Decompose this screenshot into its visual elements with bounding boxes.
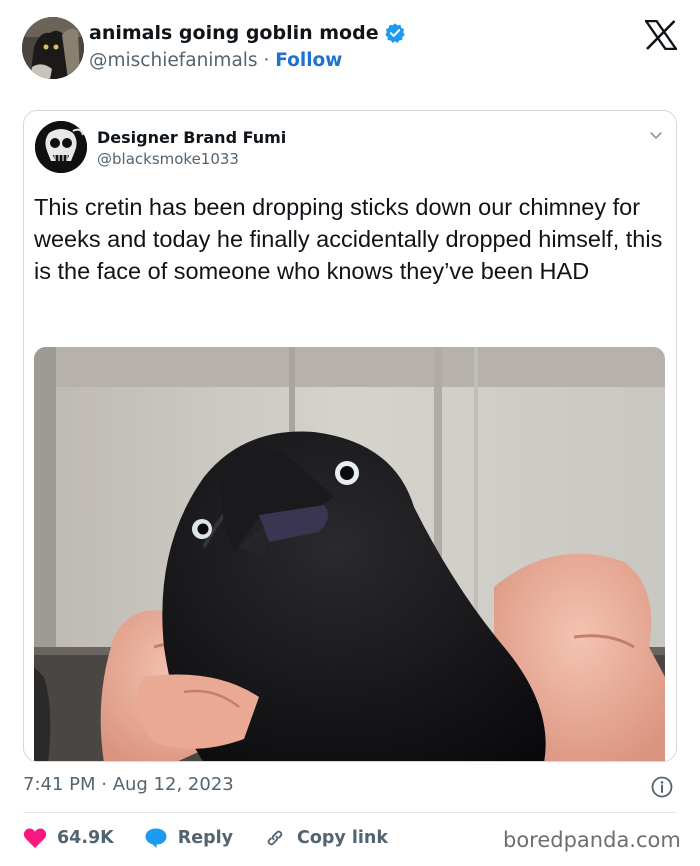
tweet-timestamp[interactable]: 7:41 PM · Aug 12, 2023: [23, 774, 234, 795]
author-name-text[interactable]: animals going goblin mode: [89, 22, 379, 44]
info-icon[interactable]: [650, 775, 674, 799]
quoted-author-handle[interactable]: @blacksmoke1033: [97, 150, 239, 168]
quoted-tweet[interactable]: Designer Brand Fumi @blacksmoke1033 This…: [23, 110, 677, 762]
source-watermark: boredpanda.com: [503, 828, 681, 852]
quoted-author-name[interactable]: Designer Brand Fumi: [97, 128, 286, 147]
copy-link-button[interactable]: Copy link: [263, 827, 388, 849]
follow-button[interactable]: Follow: [275, 50, 342, 71]
action-divider: [23, 812, 677, 813]
reply-bubble-icon: [145, 828, 167, 848]
tweet-actions: 64.9K Reply Copy link: [23, 822, 388, 854]
copy-link-label: Copy link: [297, 828, 389, 848]
quoted-tweet-text: This cretin has been dropping sticks dow…: [34, 194, 663, 284]
link-icon: [267, 830, 283, 846]
author-name[interactable]: animals going goblin mode: [89, 22, 406, 44]
verified-badge-icon: [384, 22, 406, 44]
handle-separator: ·: [263, 50, 270, 71]
tweet-header: animals going goblin mode @mischiefanima…: [0, 0, 700, 95]
like-count: 64.9K: [57, 828, 114, 848]
reply-button[interactable]: Reply: [144, 827, 233, 849]
reply-label: Reply: [177, 828, 234, 848]
chevron-down-icon[interactable]: [648, 127, 664, 143]
quoted-tweet-photo[interactable]: [34, 347, 665, 761]
heart-icon: [23, 828, 47, 848]
x-logo-icon[interactable]: [643, 19, 679, 51]
author-avatar[interactable]: [22, 17, 84, 79]
author-handle-line: @mischiefanimals · Follow: [89, 50, 342, 71]
author-handle[interactable]: @mischiefanimals: [89, 50, 258, 71]
quoted-avatar[interactable]: [35, 121, 87, 173]
like-button[interactable]: 64.9K: [23, 827, 114, 849]
